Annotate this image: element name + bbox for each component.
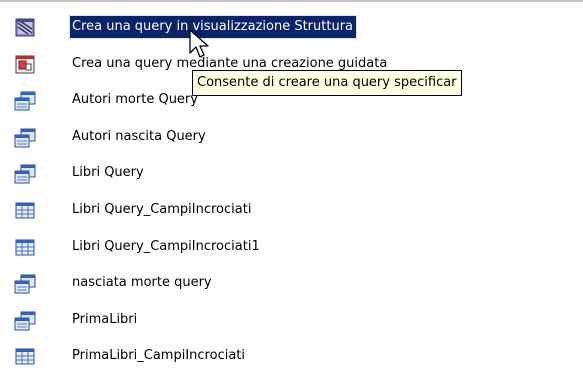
list-item-label: nasciata morte query [72,275,212,291]
design-view-icon [15,18,35,37]
list-item-query[interactable]: Libri Query [0,156,583,193]
query-list: Crea una query in visualizzazione Strutt… [0,10,583,376]
list-item-crosstab[interactable]: PrimaLibri_CampiIncrociati [0,339,583,376]
wizard-icon [15,55,35,74]
crosstab-query-icon [15,239,35,256]
tooltip: Consente di creare una query specificar [192,70,462,96]
list-item-query[interactable]: Autori nascita Query [0,120,583,157]
list-item-crosstab[interactable]: Libri Query_CampiIncrociati1 [0,230,583,267]
select-query-icon [14,128,36,148]
list-item-label: Autori nascita Query [72,128,206,144]
list-item-design-view[interactable]: Crea una query in visualizzazione Strutt… [0,10,583,47]
list-item-label: Libri Query [72,165,144,181]
crosstab-query-icon [15,348,35,365]
list-item-label: Crea una query in visualizzazione Strutt… [68,15,358,39]
list-item-label: PrimaLibri_CampiIncrociati [72,348,245,364]
list-item-label: Libri Query_CampiIncrociati [72,201,252,217]
select-query-icon [14,164,36,184]
list-item-label: Autori morte Query [72,92,198,108]
select-query-icon [14,274,36,294]
select-query-icon [14,311,36,331]
list-item-query[interactable]: PrimaLibri [0,303,583,340]
top-border [0,0,583,2]
list-item-label: PrimaLibri [72,311,138,327]
list-item-query[interactable]: nasciata morte query [0,266,583,303]
select-query-icon [14,91,36,111]
list-item-crosstab[interactable]: Libri Query_CampiIncrociati [0,193,583,230]
list-item-label: Libri Query_CampiIncrociati1 [72,238,260,254]
crosstab-query-icon [15,202,35,219]
mouse-cursor-icon [189,29,209,58]
